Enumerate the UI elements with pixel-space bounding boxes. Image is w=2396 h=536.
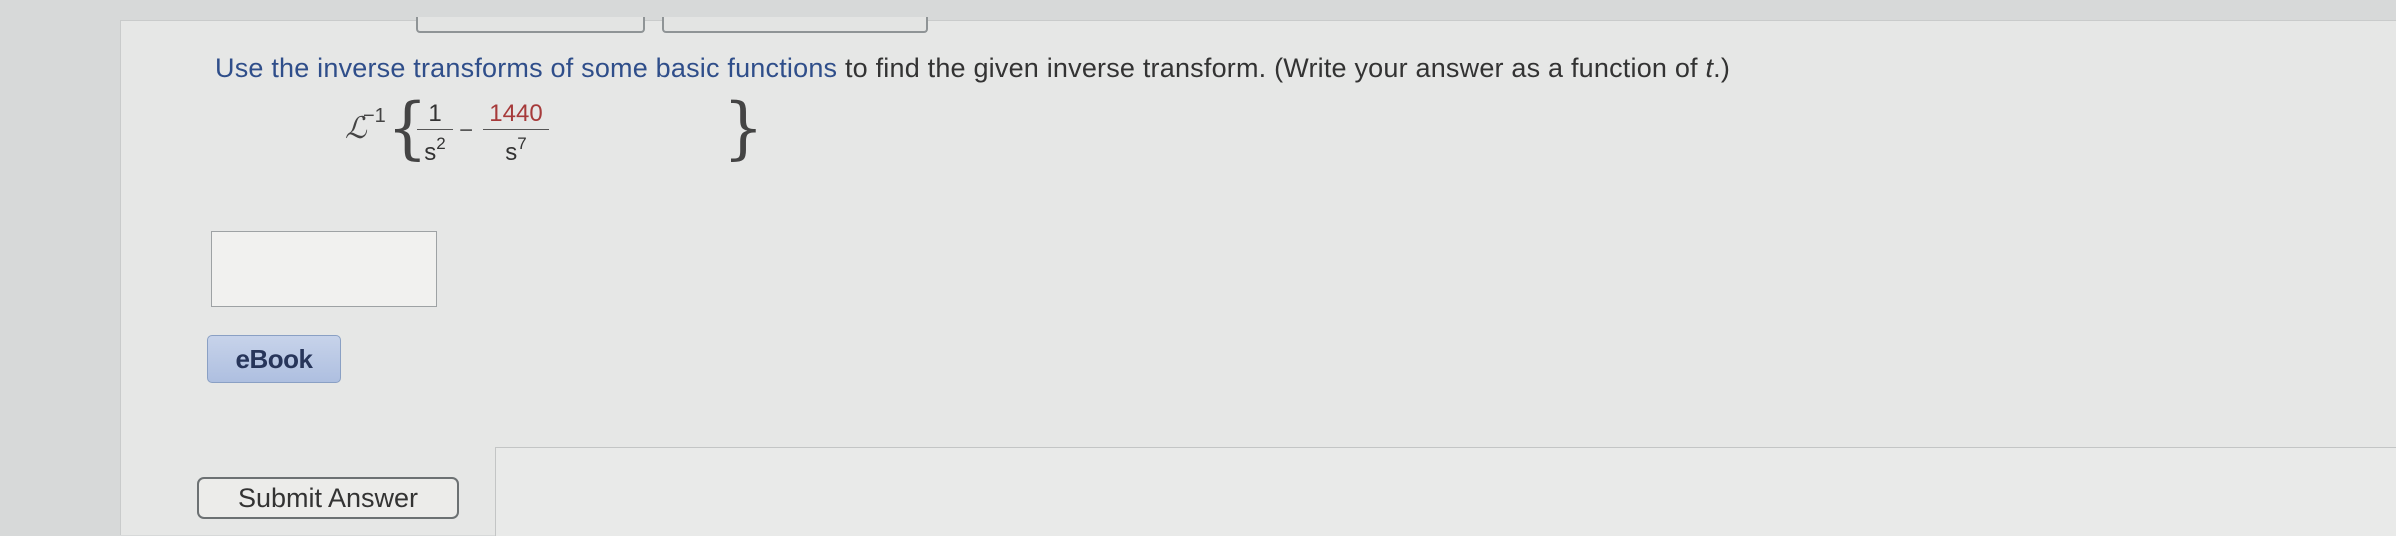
fraction-1-bar (417, 129, 453, 130)
question-instruction: to find the given inverse transform. (Wr… (837, 53, 1706, 83)
fraction-2-den-base: s (505, 139, 518, 166)
fraction-2-den-exponent: 7 (517, 134, 527, 153)
question-end: .) (1713, 53, 1731, 83)
inverse-laplace-formula: ℒ −1 { 1 s2 − 1440 s7 } (345, 95, 764, 201)
top-tab-left[interactable] (416, 17, 645, 33)
question-variable: t (1705, 53, 1714, 83)
fraction-2-bar (483, 129, 549, 130)
laplace-inverse-exponent: −1 (363, 105, 386, 127)
fraction-1-den-base: s (424, 139, 437, 166)
answer-input[interactable] (211, 231, 437, 307)
fraction-2-denominator: s7 (483, 132, 549, 167)
question-text: Use the inverse transforms of some basic… (215, 53, 1730, 84)
fraction-1-numerator: 1 (428, 100, 442, 127)
ebook-button[interactable]: eBook (207, 335, 341, 383)
question-panel: Use the inverse transforms of some basic… (120, 17, 2396, 536)
right-brace: } (723, 90, 764, 168)
fraction-term-1: 1 s2 (417, 101, 453, 167)
fraction-2-numerator: 1440 (489, 100, 543, 127)
fraction-1-den-exponent: 2 (436, 134, 446, 153)
top-tab-right[interactable] (662, 17, 928, 33)
minus-sign: − (459, 117, 474, 144)
submit-answer-button[interactable]: Submit Answer (197, 477, 459, 519)
fraction-1-denominator: s2 (417, 132, 453, 167)
fraction-term-2: 1440 s7 (483, 101, 549, 167)
question-link-text[interactable]: Use the inverse transforms of some basic… (215, 53, 837, 83)
feedback-panel (495, 447, 2396, 536)
